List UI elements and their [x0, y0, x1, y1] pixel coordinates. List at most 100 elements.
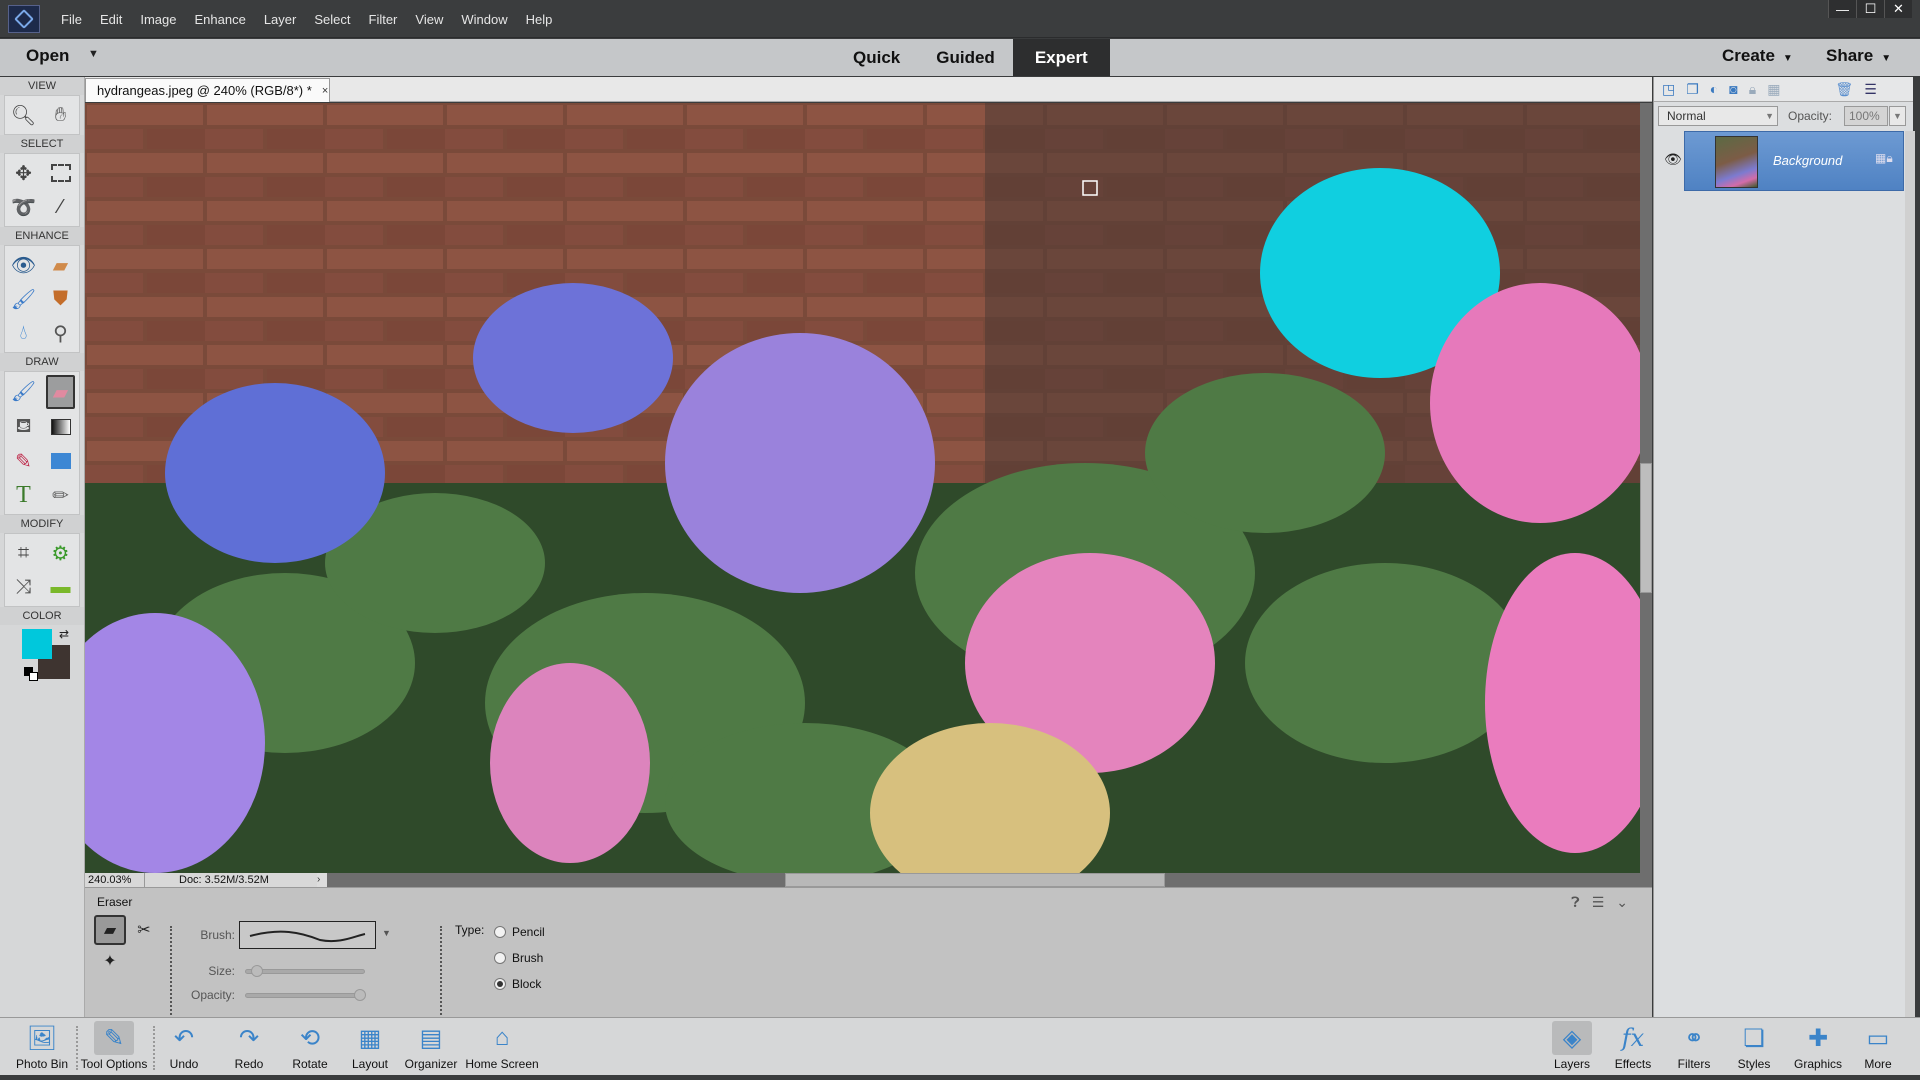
menu-filter[interactable]: Filter — [360, 12, 407, 27]
layer-opacity-input[interactable]: 100% — [1844, 106, 1888, 126]
menu-select[interactable]: Select — [305, 12, 359, 27]
tab-quick[interactable]: Quick — [835, 39, 918, 76]
options-menu-icon[interactable]: ☰ — [1592, 894, 1605, 911]
new-group-icon[interactable]: ❐ — [1686, 81, 1699, 98]
sponge-tool-icon[interactable]: ⚲ — [42, 316, 79, 350]
radio-button[interactable] — [494, 926, 506, 938]
opacity-slider-knob[interactable] — [354, 989, 366, 1001]
menu-edit[interactable]: Edit — [91, 12, 131, 27]
brush-dropdown-icon[interactable]: ▼ — [382, 928, 391, 938]
background-eraser-variant-icon[interactable]: ✂︎ — [128, 915, 160, 945]
marquee-tool-icon[interactable] — [42, 156, 79, 190]
tool-options-button[interactable]: ✎ Tool Options — [78, 1020, 150, 1074]
filters-button[interactable]: ⚭ Filters — [1672, 1020, 1716, 1074]
default-colors-icon[interactable] — [24, 667, 38, 681]
collapse-chevron-icon[interactable]: ⌄ — [1616, 894, 1628, 911]
effects-button[interactable]: fx Effects — [1610, 1020, 1656, 1074]
smart-brush-tool-icon[interactable]: 🖌︎ — [5, 282, 42, 316]
menu-view[interactable]: View — [406, 12, 452, 27]
opacity-slider[interactable] — [245, 989, 366, 1001]
visibility-eye-icon[interactable]: 👁︎ — [1664, 151, 1682, 168]
move-tool-icon[interactable]: ✥ — [5, 156, 42, 190]
menu-layer[interactable]: Layer — [255, 12, 306, 27]
redo-button[interactable]: ↷ Redo — [228, 1020, 270, 1074]
lock-icon[interactable]: 🔒︎ — [1749, 81, 1756, 98]
menu-window[interactable]: Window — [452, 12, 516, 27]
hand-tool-icon[interactable]: ✋︎ — [42, 98, 79, 132]
swap-colors-icon[interactable]: ⇄ — [59, 627, 69, 641]
size-slider[interactable] — [245, 965, 365, 977]
menu-image[interactable]: Image — [131, 12, 185, 27]
eraser-variant-icon[interactable]: ▰ — [94, 915, 126, 945]
layers-panel-scrollbar[interactable] — [1905, 131, 1915, 1017]
type-brush-radio[interactable]: Brush — [494, 951, 543, 965]
gradient-tool-icon[interactable] — [42, 410, 79, 444]
maximize-button[interactable]: ☐ — [1856, 0, 1884, 18]
layer-row[interactable]: Background ▦🔒︎ — [1684, 131, 1904, 191]
brush-picker[interactable] — [239, 921, 376, 949]
clone-stamp-tool-icon[interactable]: ⛊ — [42, 282, 79, 316]
lock-transparent-icon[interactable]: ▦ — [1767, 81, 1780, 98]
blend-mode-select[interactable]: Normal ▼ — [1658, 106, 1778, 126]
new-layer-icon[interactable]: ◳ — [1662, 81, 1675, 98]
canvas-vertical-scrollbar[interactable] — [1640, 103, 1652, 873]
help-icon[interactable]: ❓︎ — [1571, 894, 1579, 911]
radio-button[interactable] — [494, 952, 506, 964]
styles-button[interactable]: ❏ Styles — [1733, 1020, 1775, 1074]
menu-file[interactable]: File — [52, 12, 91, 27]
type-tool-icon[interactable]: T — [5, 478, 42, 512]
magic-wand-tool-icon[interactable]: ⁄ — [42, 190, 79, 224]
brush-tool-icon[interactable]: 🖌︎ — [5, 374, 42, 408]
adjustment-layer-icon[interactable]: ◐ — [1710, 81, 1718, 97]
pencil-tool-icon[interactable]: ✏︎ — [42, 478, 79, 512]
straighten-tool-icon[interactable]: ▬ — [42, 570, 79, 604]
opacity-dropdown-icon[interactable]: ▼ — [1889, 106, 1906, 126]
blur-tool-icon[interactable]: 💧︎ — [5, 316, 42, 350]
zoom-tool-icon[interactable]: 🔍︎ — [5, 98, 42, 132]
radio-button[interactable] — [494, 978, 506, 990]
paint-bucket-tool-icon[interactable]: ⛾ — [5, 410, 42, 444]
horizontal-scroll-thumb[interactable] — [785, 873, 1165, 887]
create-button[interactable]: Create ▼ — [1722, 46, 1793, 66]
graphics-button[interactable]: ✚ Graphics — [1790, 1020, 1846, 1074]
eyedropper-tool-icon[interactable]: ✎ — [5, 444, 42, 478]
zoom-level[interactable]: 240.03% — [85, 873, 145, 887]
crop-tool-icon[interactable]: ⌗ — [5, 536, 42, 570]
vertical-scroll-thumb[interactable] — [1640, 463, 1652, 593]
type-pencil-radio[interactable]: Pencil — [494, 925, 545, 939]
menu-enhance[interactable]: Enhance — [186, 12, 255, 27]
more-button[interactable]: ▭ More — [1856, 1020, 1900, 1074]
undo-button[interactable]: ↶ Undo — [163, 1020, 205, 1074]
close-tab-icon[interactable]: × — [322, 85, 328, 97]
document-tab[interactable]: hydrangeas.jpeg @ 240% (RGB/8*) * × — [85, 78, 330, 102]
layout-button[interactable]: ▦ Layout — [348, 1020, 392, 1074]
size-slider-knob[interactable] — [251, 965, 264, 977]
red-eye-tool-icon[interactable]: 👁︎ — [5, 248, 42, 282]
share-button[interactable]: Share ▼ — [1826, 46, 1891, 66]
content-aware-move-tool-icon[interactable]: ⤨ — [5, 570, 42, 604]
photo-bin-button[interactable]: 🖼︎ Photo Bin — [12, 1020, 72, 1074]
panel-menu-icon[interactable]: ☰ — [1864, 81, 1877, 98]
minimize-button[interactable]: — — [1828, 0, 1856, 18]
menu-help[interactable]: Help — [517, 12, 562, 27]
layer-mask-icon[interactable]: ◙ — [1729, 81, 1737, 97]
home-screen-button[interactable]: ⌂ Home Screen — [463, 1020, 541, 1074]
recompose-tool-icon[interactable]: ⚙︎ — [42, 536, 79, 570]
open-dropdown-icon[interactable]: ▼ — [88, 48, 99, 60]
tab-guided[interactable]: Guided — [918, 39, 1013, 76]
shape-tool-icon[interactable] — [42, 444, 79, 478]
spot-healing-tool-icon[interactable]: ▰ — [42, 248, 79, 282]
eraser-tool-icon[interactable]: ▰ — [46, 375, 75, 409]
open-button[interactable]: Open — [26, 46, 69, 66]
tab-expert[interactable]: Expert — [1012, 39, 1110, 76]
lasso-tool-icon[interactable]: ➰ — [5, 190, 42, 224]
organizer-button[interactable]: ▤ Organizer — [403, 1020, 459, 1074]
close-button[interactable]: ✕ — [1884, 0, 1912, 18]
rotate-button[interactable]: ⟲ Rotate — [287, 1020, 333, 1074]
type-block-radio[interactable]: Block — [494, 977, 541, 991]
delete-layer-icon[interactable]: 🗑︎ — [1835, 81, 1853, 98]
image-canvas[interactable] — [85, 103, 1640, 873]
layers-button[interactable]: ◈ Layers — [1550, 1020, 1594, 1074]
status-menu-arrow-icon[interactable]: › — [317, 873, 327, 887]
magic-eraser-variant-icon[interactable]: ✦ — [94, 946, 126, 976]
